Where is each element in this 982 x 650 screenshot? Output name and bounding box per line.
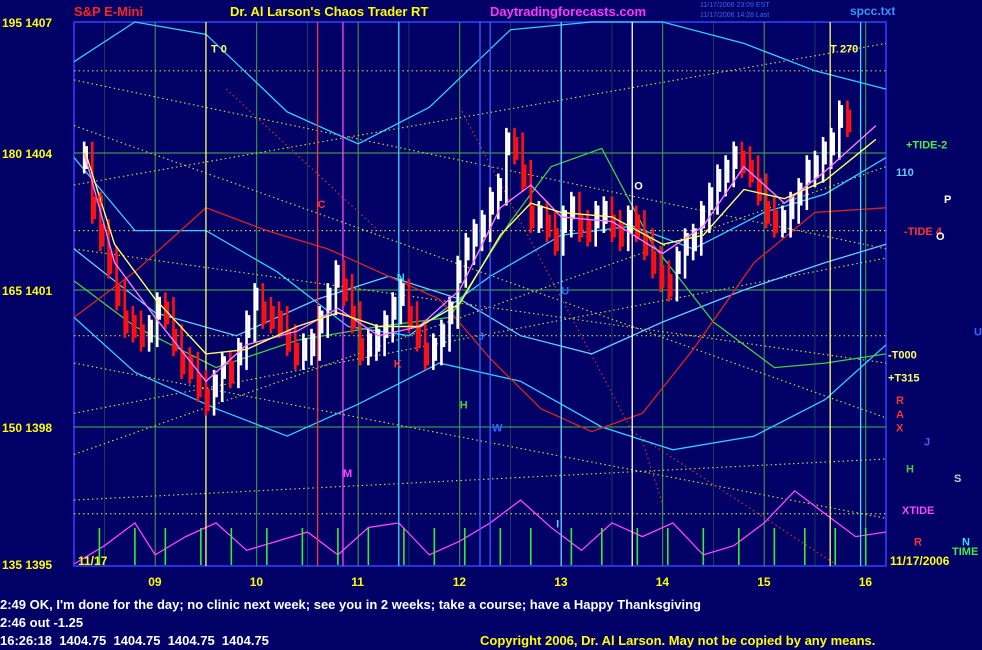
right-legend-label: 110 — [896, 167, 914, 179]
date-right-label: 11/17/2006 — [890, 554, 950, 568]
chart-annotation-label: J — [478, 331, 484, 343]
comment-line-2: 2:46 out -1.25 — [0, 615, 83, 630]
price-axis-label: 165 1401 — [2, 284, 52, 298]
copyright-notice: Copyright 2006, Dr. Al Larson. May not b… — [480, 633, 875, 648]
chart-annotation-label: T 270 — [830, 44, 858, 56]
right-legend-label: +TIDE-2 — [906, 139, 947, 151]
right-legend-label: -T000 — [888, 350, 917, 362]
right-legend-label: R — [896, 395, 904, 407]
time-tick-label: 10 — [250, 575, 264, 589]
chart-annotation-label: N — [397, 272, 405, 284]
time-tick-label: 13 — [554, 575, 568, 589]
chart-annotation-label: I — [556, 518, 559, 530]
price-axis-label: 195 1407 — [2, 16, 52, 30]
right-legend-label: H — [906, 464, 914, 476]
price-axis-label: 180 1404 — [2, 147, 52, 161]
time-tick-label: 14 — [656, 575, 670, 589]
price-axis-label: 150 1398 — [2, 421, 52, 435]
time-tick-label: 12 — [453, 575, 467, 589]
right-legend-label: +T315 — [888, 372, 920, 384]
right-legend-label: S — [954, 473, 961, 485]
right-legend-label: TIME — [952, 546, 978, 558]
right-legend-label: XTIDE — [902, 505, 934, 517]
chart-annotation-label: W — [492, 423, 503, 435]
time-tick-label: 15 — [757, 575, 771, 589]
right-legend-label: R — [914, 537, 922, 549]
instrument-title: S&P E-Mini — [74, 4, 143, 19]
chart-annotation-label: O — [634, 181, 643, 193]
right-legend-label: O — [936, 231, 945, 243]
time-tick-label: 11 — [351, 575, 364, 589]
date-left-label: 11/17 — [78, 554, 108, 568]
timestamp-small-2: 11/17/2006 14:28 Last — [700, 12, 769, 19]
chart-annotation-label: C — [318, 199, 326, 211]
chart-annotation-label: H — [460, 400, 468, 412]
app-title: Dr. Al Larson's Chaos Trader RT — [230, 4, 428, 19]
time-tick-label: 16 — [859, 575, 873, 589]
timestamp-small-1: 11/17/2006 23:09 EST — [700, 2, 770, 9]
right-legend-label: A — [896, 409, 904, 421]
right-legend-label: J — [924, 436, 930, 448]
website-link[interactable]: Daytradingforecasts.com — [490, 4, 646, 19]
chart-annotation-label: M — [343, 468, 352, 480]
right-legend-label: U — [974, 327, 982, 339]
time-tick-label: 09 — [148, 575, 162, 589]
price-axis-label: 135 1395 — [2, 558, 52, 572]
right-legend-label: X — [896, 423, 904, 435]
right-legend-label: P — [944, 194, 951, 206]
chart-canvas: S&P E-Mini Dr. Al Larson's Chaos Trader … — [0, 0, 982, 650]
data-file-name: spcc.txt — [850, 4, 895, 18]
chart-annotation-label: K — [394, 359, 402, 371]
comment-line-1: 2:49 OK, I'm done for the day; no clinic… — [0, 597, 701, 612]
chart-annotation-label: III — [94, 194, 103, 206]
quote-line: 16:26:18 1404.75 1404.75 1404.75 1404.75 — [0, 633, 269, 648]
chart-annotation-label: U — [561, 286, 569, 298]
chart-annotation-label: T 0 — [211, 44, 227, 56]
